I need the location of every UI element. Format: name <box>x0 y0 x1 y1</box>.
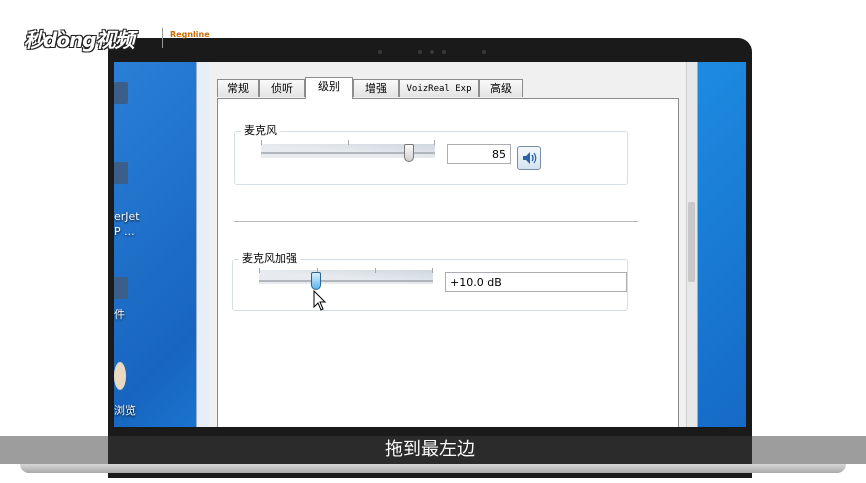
boost-slider-line <box>259 280 433 282</box>
camera-icon <box>482 50 486 54</box>
speaker-icon <box>523 152 537 164</box>
boost-slider-thumb[interactable] <box>311 272 322 290</box>
tab-general[interactable]: 常规 <box>217 79 259 97</box>
camera-icon <box>430 50 434 54</box>
laptop-base <box>20 464 846 473</box>
camera-icon <box>418 50 422 54</box>
desktop-icon-label[interactable]: erJet <box>114 210 140 223</box>
slider-tick <box>434 140 435 145</box>
desktop-icon[interactable] <box>114 277 128 299</box>
brand-logo: Regnline <box>170 30 210 39</box>
window-scrollbar[interactable] <box>686 62 697 427</box>
tab-levels[interactable]: 级别 <box>305 77 353 99</box>
desktop-icon[interactable] <box>114 162 128 184</box>
watermark-logo: 秒dòng视频 <box>24 28 135 52</box>
camera-icon <box>442 50 446 54</box>
logo-divider <box>162 28 163 48</box>
microphone-group: 麦克风 85 <box>234 124 628 185</box>
slider-tick <box>348 140 349 145</box>
boost-level-value[interactable]: +10.0 dB <box>445 272 627 292</box>
slider-tick <box>259 268 260 273</box>
tab-advanced[interactable]: 高级 <box>479 79 523 97</box>
microphone-slider-thumb[interactable] <box>403 144 414 162</box>
slider-tick <box>375 268 376 273</box>
desktop-icon[interactable] <box>114 362 126 390</box>
slider-tick <box>432 268 433 273</box>
mouse-cursor-icon <box>313 290 327 311</box>
desktop-icon-label[interactable]: 件 <box>114 306 125 322</box>
section-divider <box>234 221 638 222</box>
mute-button[interactable] <box>517 146 541 170</box>
desktop-icon-label[interactable]: P ... <box>114 225 135 238</box>
dialog-body: 常规 侦听 级别 增强 VoizReal Exp 高级 麦克风 85 麦克风加强… <box>209 62 685 427</box>
tab-voizreal[interactable]: VoizReal Exp <box>399 79 479 97</box>
tab-listen[interactable]: 侦听 <box>259 79 305 97</box>
subtitle-text: 拖到最左边 <box>385 439 475 460</box>
microphone-boost-label: 麦克风加强 <box>239 252 300 266</box>
microphone-label: 麦克风 <box>241 124 280 138</box>
scrollbar-thumb[interactable] <box>688 202 695 282</box>
sound-properties-window: 常规 侦听 级别 增强 VoizReal Exp 高级 麦克风 85 麦克风加强… <box>196 62 698 427</box>
desktop-icon[interactable] <box>114 82 128 104</box>
desktop-screen: erJet P ... 件 浏览 常规 侦听 级别 增强 VoizReal Ex… <box>114 62 746 427</box>
microphone-boost-group: 麦克风加强 +10.0 dB <box>232 252 628 311</box>
tab-enhancements[interactable]: 增强 <box>353 79 399 97</box>
microphone-level-value[interactable]: 85 <box>447 144 511 164</box>
desktop-icon-label[interactable]: 浏览 <box>114 402 136 418</box>
slider-tick <box>261 140 262 145</box>
levels-panel: 麦克风 85 麦克风加强 +10.0 dB <box>217 98 679 427</box>
camera-icon <box>378 50 382 54</box>
